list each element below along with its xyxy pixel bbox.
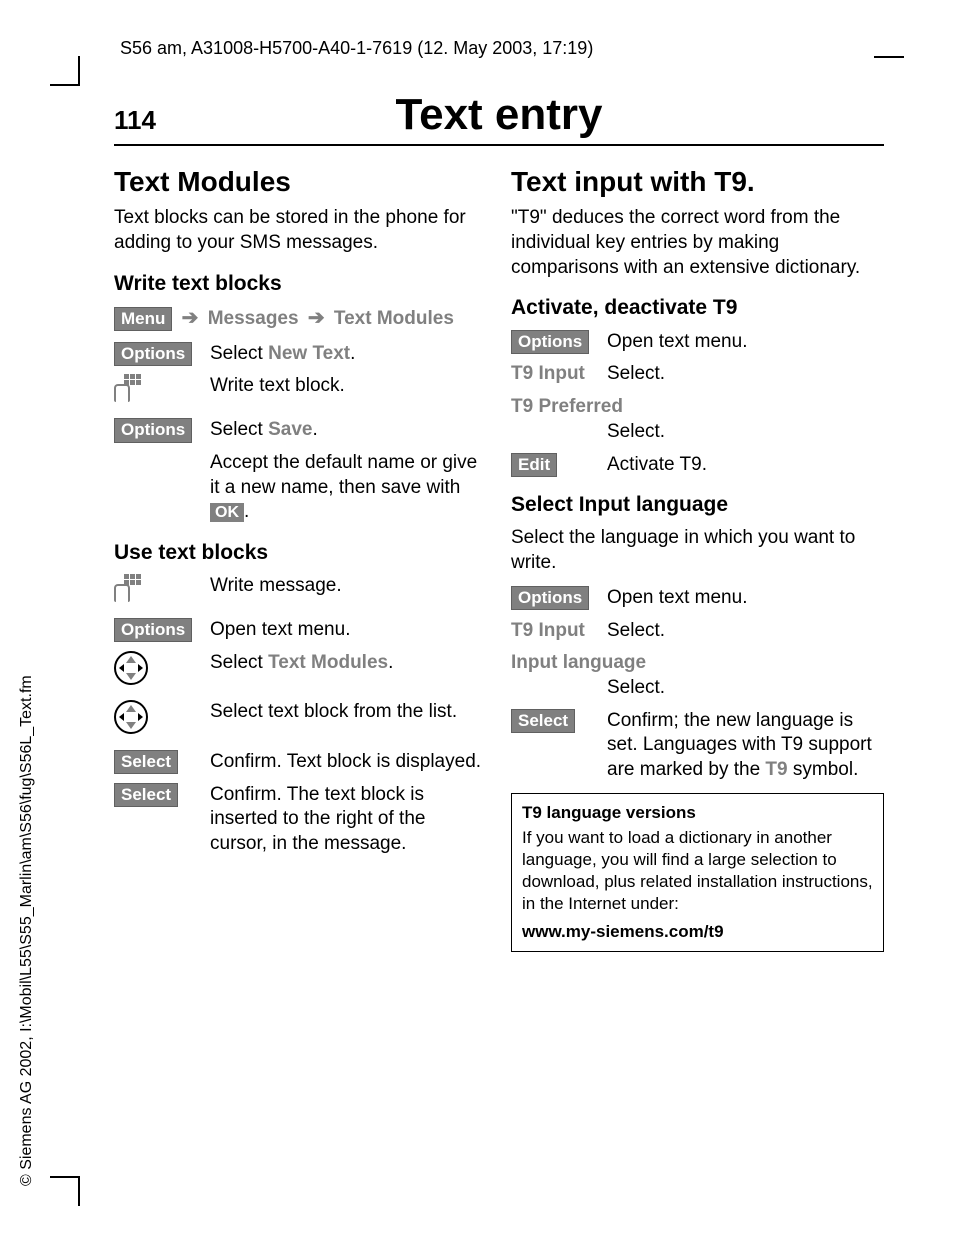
nav-key-icon — [114, 700, 148, 734]
step-text: Write message. — [210, 574, 487, 599]
heading-activate-t9: Activate, deactivate T9 — [511, 294, 884, 321]
crop-mark-tr — [874, 56, 904, 58]
step-row: Select Confirm; the new language is set.… — [511, 709, 884, 783]
options-softkey: Options — [114, 342, 192, 366]
page-header: 114 Text entry — [114, 90, 884, 146]
info-box-t9-versions: T9 language versions If you want to load… — [511, 793, 884, 953]
step-text: Write text block. — [210, 374, 487, 399]
options-softkey: Options — [511, 330, 589, 354]
label-t9-input: T9 Input — [511, 619, 607, 644]
step-row: Select Text Modules. — [114, 651, 487, 693]
step-text: Select text block from the list. — [210, 700, 487, 725]
step-text: Activate T9. — [607, 453, 884, 478]
nav-key-icon — [114, 651, 148, 685]
step-row: Write text block. — [114, 374, 487, 410]
step-row: Options Open text menu. — [511, 330, 884, 355]
page-title: Text entry — [194, 90, 884, 140]
arrow-icon: ➔ — [308, 307, 325, 329]
left-column: Text Modules Text blocks can be stored i… — [114, 164, 487, 952]
right-column: Text input with T9. "T9" deduces the cor… — [511, 164, 884, 952]
step-text: Select New Text. — [210, 342, 487, 367]
copyright-text: © Siemens AG 2002, I:\Mobil\L55\S55_Marl… — [18, 675, 36, 1186]
step-row: Edit Activate T9. — [511, 453, 884, 478]
crop-mark-bl — [50, 1176, 80, 1206]
step-row: Accept the default name or give it a new… — [114, 451, 487, 525]
step-text: Select. — [607, 619, 884, 644]
options-softkey: Options — [511, 586, 589, 610]
text-modules-intro: Text blocks can be stored in the phone f… — [114, 206, 487, 255]
select-softkey: Select — [114, 783, 178, 807]
step-row: Select Confirm. The text block is insert… — [114, 783, 487, 857]
menu-softkey: Menu — [114, 307, 172, 331]
heading-select-lang: Select Input language — [511, 491, 884, 518]
header-meta: S56 am, A31008-H5700-A40-1-7619 (12. May… — [120, 38, 593, 59]
step-text: Confirm; the new language is set. Langua… — [607, 709, 884, 783]
heading-write-blocks: Write text blocks — [114, 270, 487, 297]
heading-use-blocks: Use text blocks — [114, 539, 487, 566]
label-t9-preferred: T9 Preferred — [511, 395, 884, 420]
step-row: Options Open text menu. — [114, 618, 487, 643]
step-row: Options Select Save. — [114, 418, 487, 443]
heading-t9: Text input with T9. — [511, 164, 884, 200]
nav-messages: Messages — [208, 308, 299, 329]
step-row: T9 Input Select. — [511, 619, 884, 644]
step-text: Select Text Modules. — [210, 651, 487, 676]
step-text: Select. — [511, 676, 884, 701]
nav-text-modules: Text Modules — [334, 308, 454, 329]
step-text: Confirm. The text block is inserted to t… — [210, 783, 487, 857]
arrow-icon: ➔ — [182, 307, 199, 329]
step-text: Confirm. Text block is displayed. — [210, 750, 487, 775]
step-row: T9 Input Select. — [511, 362, 884, 387]
options-softkey: Options — [114, 618, 192, 642]
step-text: Select Save. — [210, 418, 487, 443]
step-row: T9 Preferred Select. — [511, 395, 884, 444]
step-row: Select text block from the list. — [114, 700, 487, 742]
page-number: 114 — [114, 105, 194, 136]
step-text: Open text menu. — [607, 586, 884, 611]
t9-intro: "T9" deduces the correct word from the i… — [511, 206, 884, 280]
step-text: Accept the default name or give it a new… — [210, 451, 487, 525]
crop-mark-tl — [50, 56, 80, 86]
step-row: Write message. — [114, 574, 487, 610]
select-lang-intro: Select the language in which you want to… — [511, 526, 884, 575]
ok-softkey: OK — [210, 503, 244, 522]
info-box-url: www.my-siemens.com/t9 — [522, 921, 873, 943]
info-box-title: T9 language versions — [522, 802, 873, 824]
edit-softkey: Edit — [511, 453, 557, 477]
step-row: Options Select New Text. — [114, 342, 487, 367]
step-row: Select Confirm. Text block is displayed. — [114, 750, 487, 775]
step-text: Open text menu. — [210, 618, 487, 643]
label-t9-input: T9 Input — [511, 362, 607, 387]
select-softkey: Select — [114, 750, 178, 774]
keypad-icon — [114, 374, 142, 402]
heading-text-modules: Text Modules — [114, 164, 487, 200]
select-softkey: Select — [511, 709, 575, 733]
step-text: Select. — [511, 420, 884, 445]
step-text: Select. — [607, 362, 884, 387]
step-row: Input language Select. — [511, 651, 884, 700]
keypad-icon — [114, 574, 142, 602]
label-input-language: Input language — [511, 651, 884, 676]
step-text: Open text menu. — [607, 330, 884, 355]
menu-path: Menu ➔ Messages ➔ Text Modules — [114, 305, 487, 332]
step-row: Options Open text menu. — [511, 586, 884, 611]
info-box-body: If you want to load a dictionary in anot… — [522, 827, 873, 915]
options-softkey: Options — [114, 418, 192, 442]
